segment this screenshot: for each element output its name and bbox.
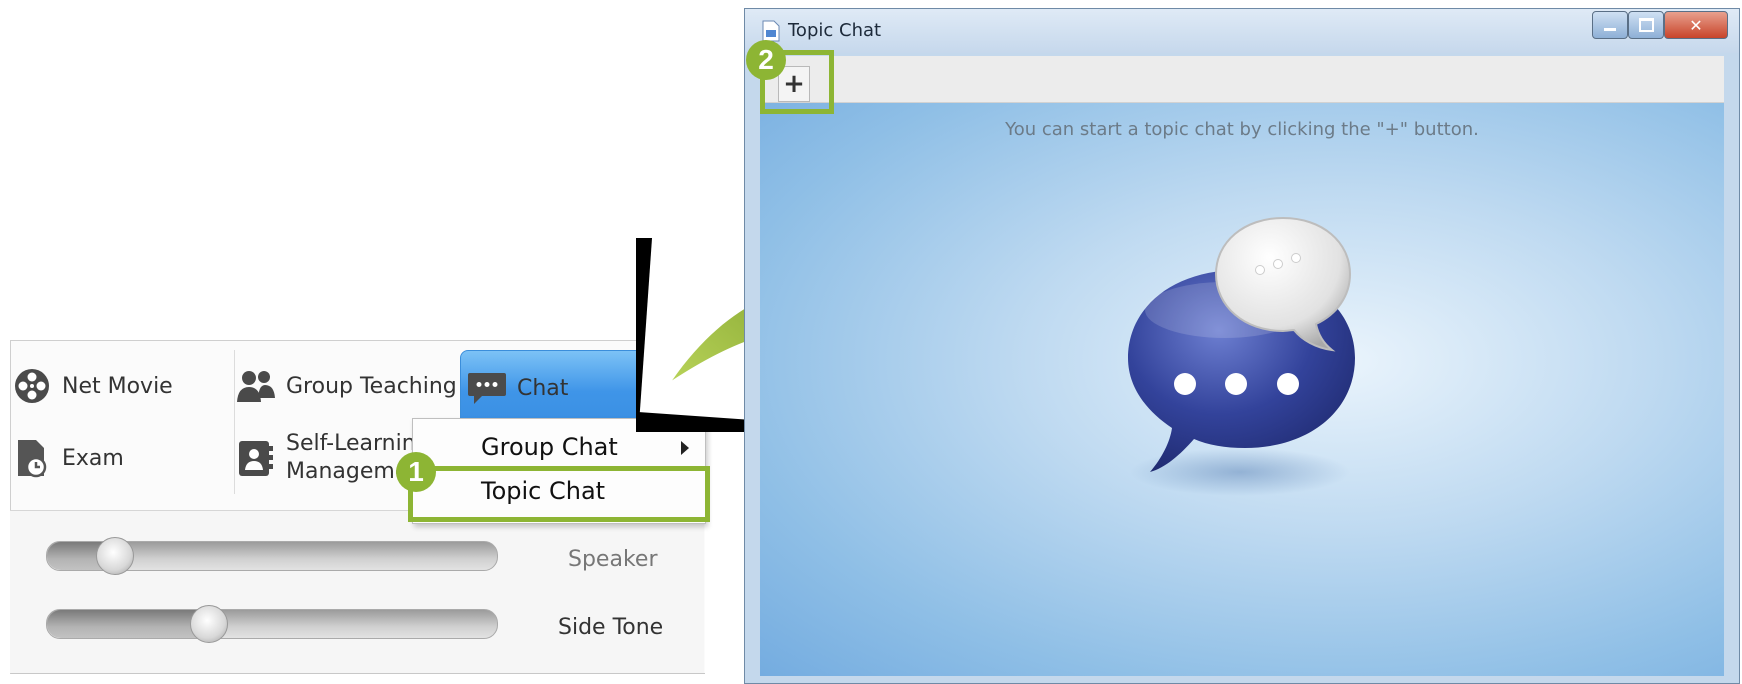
speaker-label: Speaker [568, 547, 658, 572]
side-tone-slider-thumb[interactable] [190, 605, 228, 643]
self-learning-label-line1: Self-Learning [286, 431, 416, 456]
group-teaching-button[interactable]: Group Teaching [236, 346, 457, 426]
net-movie-label: Net Movie [62, 373, 173, 399]
window-toolbar [760, 56, 1724, 103]
toolbar-divider [234, 350, 235, 494]
group-chat-label: Group Chat [481, 433, 618, 461]
exam-label: Exam [62, 445, 124, 471]
group-users-icon [236, 366, 276, 406]
chat-bubble-icon [467, 368, 507, 408]
maximize-icon [1638, 18, 1654, 32]
empty-state-hint: You can start a topic chat by clicking t… [1005, 119, 1479, 140]
step1-badge: 1 [396, 452, 436, 492]
maximize-button[interactable] [1628, 11, 1664, 39]
exam-document-clock-icon [12, 438, 52, 478]
minimize-icon [1604, 27, 1616, 31]
submenu-arrow-icon [681, 441, 689, 455]
close-icon: ✕ [1689, 15, 1703, 35]
window-titlebar [745, 9, 1739, 53]
side-tone-label: Side Tone [558, 615, 664, 640]
side-tone-slider[interactable] [46, 609, 498, 639]
chat-bubbles-illustration [1110, 210, 1390, 514]
net-movie-button[interactable]: Net Movie [12, 346, 173, 426]
step1-highlight-box [408, 466, 710, 522]
speaker-slider-thumb[interactable] [95, 537, 134, 575]
step2-badge: 2 [746, 40, 786, 80]
film-reel-icon [12, 366, 52, 406]
audio-settings-area: Speaker Side Tone [10, 510, 704, 673]
exam-button[interactable]: Exam [12, 418, 124, 498]
side-tone-slider-fill [47, 610, 209, 638]
self-learning-management-button[interactable]: Self-Learning Management [236, 418, 416, 498]
close-button[interactable]: ✕ [1664, 11, 1728, 39]
chat-button[interactable]: Chat [460, 350, 662, 426]
contact-book-icon [236, 438, 276, 478]
minimize-button[interactable] [1592, 11, 1628, 39]
menu-item-group-chat[interactable]: Group Chat [481, 433, 618, 461]
group-teaching-label: Group Teaching [286, 373, 457, 399]
window-title: Topic Chat [788, 20, 882, 41]
chat-label: Chat [517, 375, 569, 401]
